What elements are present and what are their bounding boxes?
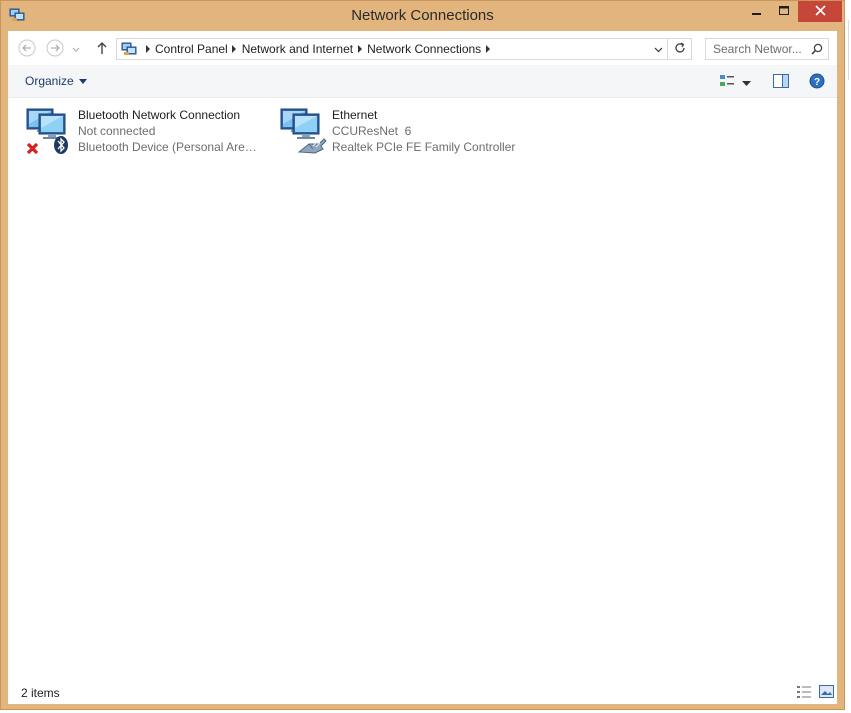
minimize-icon bbox=[752, 5, 762, 19]
breadcrumb-network-and-internet[interactable]: Network and Internet bbox=[242, 42, 353, 56]
organize-menu-button[interactable]: Organize bbox=[25, 74, 87, 88]
breadcrumb-separator-icon[interactable] bbox=[481, 45, 495, 53]
up-button[interactable] bbox=[92, 39, 112, 59]
recent-locations-button[interactable] bbox=[70, 39, 82, 59]
refresh-icon bbox=[674, 41, 686, 57]
title-bar[interactable]: Network Connections bbox=[1, 1, 844, 31]
chevron-down-icon bbox=[78, 78, 87, 84]
command-bar: Organize ? bbox=[8, 65, 837, 98]
search-box[interactable] bbox=[705, 38, 829, 60]
maximize-button[interactable] bbox=[771, 1, 798, 22]
help-button[interactable]: ? bbox=[809, 73, 825, 91]
address-row: Control Panel Network and Internet Netwo… bbox=[8, 31, 837, 65]
large-icons-view-button[interactable] bbox=[819, 685, 835, 699]
connection-device: Realtek PCIe FE Family Controller bbox=[332, 140, 516, 154]
item-count: 2 items bbox=[21, 686, 60, 700]
explorer-client-area: Control Panel Network and Internet Netwo… bbox=[8, 31, 837, 704]
breadcrumb-separator-icon[interactable] bbox=[228, 45, 242, 53]
organize-label: Organize bbox=[25, 74, 74, 88]
window-frame: Network Connections Control Panel Networ… bbox=[0, 0, 845, 710]
bluetooth-network-icon bbox=[25, 106, 75, 156]
connection-name: Ethernet bbox=[332, 108, 378, 122]
change-view-button[interactable] bbox=[719, 73, 735, 91]
svg-text:?: ? bbox=[814, 77, 820, 88]
help-icon: ? bbox=[809, 73, 825, 92]
back-arrow-icon bbox=[18, 39, 36, 60]
details-view-button[interactable] bbox=[796, 685, 812, 699]
connection-item-bluetooth[interactable]: Bluetooth Network Connection Not connect… bbox=[25, 106, 265, 156]
window-title: Network Connections bbox=[351, 7, 494, 24]
connection-item-ethernet[interactable]: Ethernet CCUResNet 6 Realtek PCIe FE Fam… bbox=[279, 106, 529, 156]
search-input[interactable] bbox=[706, 39, 813, 59]
breadcrumb-separator-icon[interactable] bbox=[353, 45, 367, 53]
connection-device: Bluetooth Device (Personal Area ... bbox=[78, 140, 263, 154]
breadcrumb: Control Panel Network and Internet Netwo… bbox=[121, 39, 495, 59]
status-bar: 2 items bbox=[8, 678, 837, 704]
forward-button[interactable] bbox=[45, 39, 65, 59]
view-details-icon bbox=[719, 73, 735, 92]
preview-pane-icon bbox=[773, 73, 789, 91]
breadcrumb-control-panel[interactable]: Control Panel bbox=[155, 42, 228, 56]
back-button[interactable] bbox=[17, 39, 37, 59]
right-edge bbox=[845, 0, 851, 713]
search-icon[interactable] bbox=[810, 42, 824, 59]
chevron-down-icon bbox=[742, 75, 751, 89]
breadcrumb-network-connections[interactable]: Network Connections bbox=[367, 42, 481, 56]
large-icons-view-icon bbox=[819, 685, 835, 702]
connection-status: CCUResNet 6 bbox=[332, 124, 412, 138]
close-button[interactable] bbox=[798, 1, 842, 22]
background-edge bbox=[848, 20, 849, 80]
breadcrumb-separator-icon[interactable] bbox=[141, 45, 155, 53]
control-panel-location-icon bbox=[121, 41, 137, 57]
chevron-down-icon bbox=[72, 42, 80, 56]
address-bar[interactable]: Control Panel Network and Internet Netwo… bbox=[116, 38, 668, 60]
preview-pane-button[interactable] bbox=[773, 73, 789, 91]
chevron-down-icon bbox=[654, 42, 663, 56]
address-history-dropdown[interactable] bbox=[649, 39, 667, 59]
close-icon bbox=[814, 4, 826, 19]
more-views-dropdown[interactable] bbox=[742, 73, 751, 91]
connection-status: Not connected bbox=[78, 124, 156, 138]
ethernet-network-icon bbox=[279, 106, 329, 156]
connections-list: Bluetooth Network Connection Not connect… bbox=[8, 98, 837, 678]
details-view-icon bbox=[796, 686, 812, 702]
up-arrow-icon bbox=[95, 41, 109, 58]
forward-arrow-icon bbox=[46, 39, 64, 60]
maximize-icon bbox=[779, 5, 790, 19]
connection-name: Bluetooth Network Connection bbox=[78, 108, 241, 122]
refresh-button[interactable] bbox=[668, 38, 692, 60]
minimize-button[interactable] bbox=[743, 1, 771, 22]
